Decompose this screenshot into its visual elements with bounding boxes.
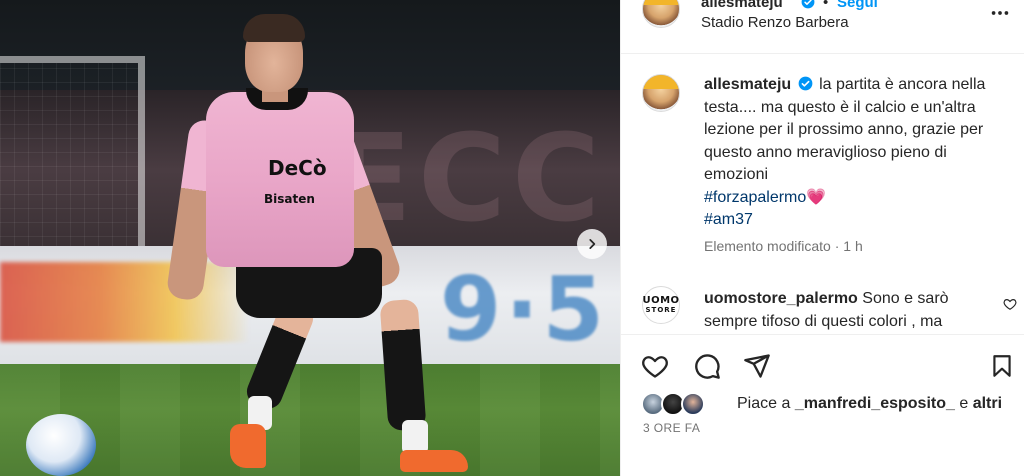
- player-right-boot: [400, 450, 468, 472]
- likes-prefix: Piace a: [737, 395, 791, 412]
- hashtag-link[interactable]: #am37: [704, 209, 1004, 232]
- player-right-leg: [379, 298, 427, 432]
- liker-avatar[interactable]: [681, 392, 705, 416]
- comment-icon[interactable]: [693, 352, 721, 380]
- liker-username[interactable]: _manfredi_esposito_: [795, 395, 955, 412]
- section-divider: [621, 334, 1024, 335]
- comment-body: uomostore_palermo Sono e sarò sempre tif…: [704, 288, 994, 333]
- commenter-avatar-text: UOMO: [642, 294, 680, 306]
- bookmark-icon[interactable]: [989, 352, 1015, 380]
- player-right-sock: [402, 420, 428, 454]
- commenter-username[interactable]: uomostore_palermo: [704, 290, 858, 307]
- post-media[interactable]: ECC 9·5 DeCò Bisaten: [0, 0, 620, 476]
- verified-badge-icon: [801, 0, 815, 9]
- football-player: DeCò Bisaten: [0, 0, 620, 476]
- share-icon[interactable]: [743, 352, 771, 380]
- likes-text: Piace a _manfredi_esposito_ e altri: [737, 395, 1002, 413]
- caption-body: allesmateju la partita è ancora nella te…: [704, 74, 1004, 232]
- likes-joiner: e: [959, 395, 969, 412]
- likes-others-link[interactable]: altri: [973, 395, 1002, 412]
- heart-icon[interactable]: [641, 352, 669, 380]
- verified-badge-icon: [798, 76, 812, 91]
- avatar-cap: [643, 75, 679, 90]
- author-avatar[interactable]: [642, 0, 680, 28]
- chevron-right-icon: [589, 239, 596, 249]
- post-location[interactable]: Stadio Renzo Barbera: [701, 14, 849, 31]
- edited-label: Elemento modificato · 1 h: [704, 238, 863, 254]
- more-options-icon[interactable]: [989, 2, 1011, 24]
- follow-button[interactable]: Segui: [837, 0, 878, 11]
- player-left-boot: [230, 424, 266, 468]
- caption-avatar[interactable]: [642, 74, 680, 112]
- caption-username[interactable]: allesmateju: [704, 76, 791, 93]
- jersey-sponsor: DeCò: [268, 156, 327, 180]
- next-media-button[interactable]: [577, 229, 607, 259]
- action-bar: [621, 350, 1024, 384]
- avatar-cap: [643, 0, 679, 6]
- jersey-sponsor-2: Bisaten: [264, 192, 315, 206]
- comment-like-icon[interactable]: [1003, 297, 1017, 311]
- author-username[interactable]: allesmateju: [701, 0, 783, 11]
- commenter-avatar-text-2: STORE: [645, 305, 677, 314]
- post-panel: allesmateju • Segui Stadio Renzo Barbera…: [620, 0, 1024, 476]
- post-header: allesmateju • Segui Stadio Renzo Barbera: [621, 0, 1024, 54]
- header-separator: •: [823, 0, 829, 11]
- commenter-avatar[interactable]: UOMO STORE: [642, 286, 680, 324]
- likes-summary: Piace a _manfredi_esposito_ e altri: [641, 392, 1021, 418]
- player-hair: [243, 14, 305, 42]
- hashtag-link[interactable]: #forzapalermo💗: [704, 187, 1004, 210]
- post-timestamp[interactable]: 3 ORE FA: [643, 421, 700, 435]
- football: [26, 414, 96, 476]
